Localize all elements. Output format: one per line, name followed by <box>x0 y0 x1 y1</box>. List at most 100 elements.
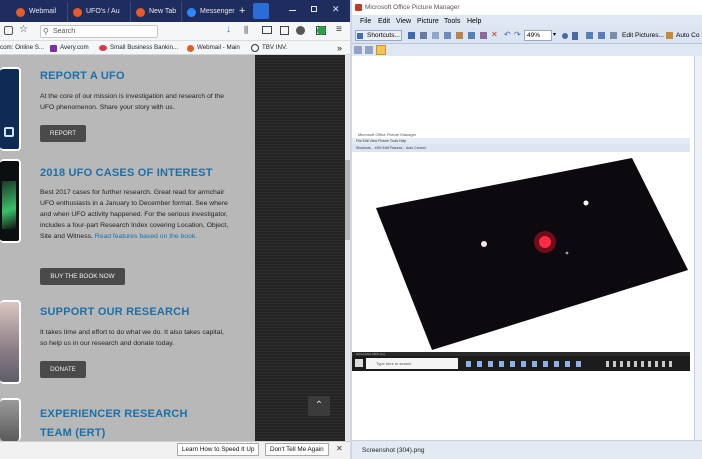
zoom-dropdown-icon[interactable]: ▾ <box>553 31 556 38</box>
zoom-value: 49% <box>527 32 541 39</box>
sidebar-icon[interactable] <box>262 26 272 34</box>
bookmark-webmail[interactable]: Webmail - Main <box>197 42 240 54</box>
dont-tell-button[interactable]: Don't Tell Me Again <box>265 443 329 456</box>
tab-new-tab[interactable]: New Tab <box>132 2 182 22</box>
scroll-to-top-button[interactable]: ⌃ <box>308 396 330 416</box>
search-icon: ⚲ <box>43 27 49 36</box>
book-cover-image <box>2 181 16 229</box>
dark-background-strip <box>255 55 345 441</box>
redo-icon[interactable]: ↷ <box>514 30 521 39</box>
inner-title-bar: Microsoft Office Picture Manager <box>352 131 690 138</box>
menu-file[interactable]: File <box>360 15 371 28</box>
learn-label: How to Speed It Up <box>199 446 255 453</box>
section-body: Best 2017 cases for further research. Gr… <box>40 187 232 242</box>
bookmark-tbv[interactable]: TBV INV. <box>262 42 287 54</box>
webmail-icon <box>73 8 82 17</box>
ublock-icon[interactable] <box>296 26 305 35</box>
section-title: 2018 UFO CASES OF INTEREST <box>40 167 213 179</box>
auto-correct-icon[interactable] <box>666 32 673 39</box>
bookmarks-overflow[interactable]: » <box>337 42 342 54</box>
search-input[interactable]: ⚲ Search <box>40 25 158 38</box>
section-title: REPORT A UFO <box>40 70 125 82</box>
buy-book-button[interactable]: BUY THE BOOK NOW <box>40 268 125 285</box>
tab-ufos[interactable]: UFO's / Au <box>69 2 131 22</box>
edit-pictures-button[interactable]: Edit Pictures... <box>622 30 664 41</box>
section-title: SUPPORT OUR RESEARCH <box>40 306 190 318</box>
bookmark-bank[interactable]: Small Business Bankin... <box>110 42 178 54</box>
menu-view[interactable]: View <box>396 15 411 28</box>
status-filename: Screenshot (304).png <box>362 447 425 454</box>
star-light <box>583 200 589 206</box>
filmstrip-view-icon[interactable] <box>365 46 373 54</box>
pm-scrollbar[interactable] <box>694 56 702 440</box>
menu-picture[interactable]: Picture <box>417 15 439 28</box>
shortcuts-icon <box>357 33 363 39</box>
new-tab-button[interactable]: + <box>239 3 245 19</box>
tab-label: UFO's / Au <box>86 8 120 15</box>
zoom-input[interactable]: 49% <box>524 30 552 41</box>
avery-icon <box>50 45 57 52</box>
import-icon[interactable] <box>444 32 451 39</box>
bookmark-avery[interactable]: Avery.com <box>60 42 89 54</box>
copy-icon[interactable] <box>468 32 475 39</box>
email-icon[interactable] <box>432 32 439 39</box>
section-title: EXPERIENCER RESEARCH TEAM (ERT) <box>40 408 188 439</box>
messenger-icon <box>187 8 196 17</box>
menu-tools[interactable]: Tools <box>444 15 460 28</box>
menu-help[interactable]: Help <box>467 15 481 28</box>
star-icon[interactable]: ☆ <box>19 24 28 35</box>
read-features-link[interactable]: Read features based on the book. <box>95 233 197 240</box>
bank-icon <box>99 45 107 51</box>
inner-image-area <box>352 152 690 352</box>
star-light <box>481 241 487 247</box>
minimize-icon[interactable] <box>289 10 296 11</box>
undo-icon[interactable]: ↶ <box>504 30 511 39</box>
auto-correct-button[interactable]: Auto Co <box>676 30 700 41</box>
zoom-in-icon[interactable] <box>562 33 568 39</box>
rotate-left-icon[interactable] <box>586 32 593 39</box>
pm-title: Microsoft Office Picture Manager <box>365 4 460 11</box>
extension-green-icon[interactable] <box>317 26 326 35</box>
firefox-icon <box>136 8 145 17</box>
report-button[interactable]: REPORT <box>40 125 86 142</box>
restore-icon[interactable] <box>311 6 317 12</box>
extension-icon[interactable] <box>253 3 269 19</box>
pm-title-bar: Microsoft Office Picture Manager <box>352 0 702 15</box>
section-body: It takes time and effort to do what we d… <box>40 329 224 347</box>
learn-speed-button[interactable]: Learn How to Speed It Up <box>177 443 260 456</box>
library-icon[interactable]: ⫼ <box>244 25 248 36</box>
menu-icon[interactable]: ≡ <box>336 24 342 35</box>
single-view-icon[interactable] <box>376 45 386 55</box>
menu-edit[interactable]: Edit <box>378 15 390 28</box>
webmail-icon <box>16 8 25 17</box>
tab-label: Messenger <box>200 8 235 15</box>
donate-thumbnail <box>0 300 21 384</box>
thumbnail-view-icon[interactable] <box>354 46 362 54</box>
donate-button[interactable]: DONATE <box>40 361 86 378</box>
zoom-slider-icon[interactable] <box>572 32 578 40</box>
delete-icon[interactable]: ✕ <box>491 30 498 39</box>
edit-icon[interactable] <box>610 32 617 39</box>
globe-icon <box>251 44 259 52</box>
rotate-right-icon[interactable] <box>598 32 605 39</box>
book-thumbnail <box>0 159 21 243</box>
download-icon[interactable]: ↓ <box>226 24 231 35</box>
tab-label: New Tab <box>149 8 177 15</box>
tab-messenger[interactable]: Messenger <box>183 2 235 22</box>
cut-icon[interactable] <box>456 32 463 39</box>
screenshot-icon[interactable] <box>280 26 289 35</box>
search-placeholder: Search <box>53 28 76 35</box>
paste-icon[interactable] <box>480 32 487 39</box>
close-notification-icon[interactable]: ✕ <box>336 444 343 453</box>
bookmark-online[interactable]: com: Online S... <box>0 42 44 54</box>
print-icon[interactable] <box>420 32 427 39</box>
close-window-icon[interactable]: ✕ <box>332 4 340 15</box>
taskbar-tray-icons <box>606 361 676 367</box>
pm-status-bar: Screenshot (304).png <box>352 440 702 459</box>
learn-prefix: Learn <box>182 446 199 453</box>
tab-webmail[interactable]: Webmail <box>12 2 68 22</box>
pocket-icon[interactable] <box>4 26 13 35</box>
save-icon[interactable] <box>408 32 415 39</box>
pm-app-icon <box>355 4 362 11</box>
tab-label: Webmail <box>29 8 57 15</box>
